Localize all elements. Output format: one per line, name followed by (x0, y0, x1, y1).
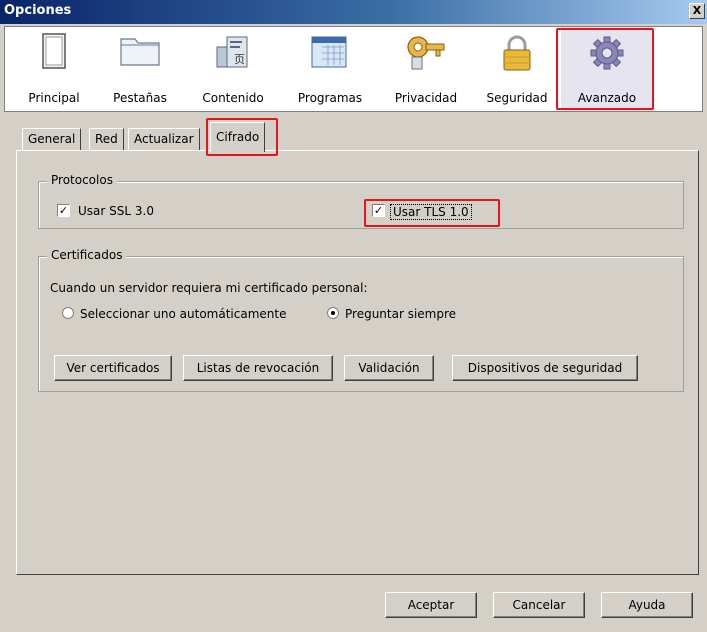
dispositivos-seguridad-button[interactable]: Dispositivos de seguridad (452, 355, 638, 381)
pane-label: Principal (28, 91, 80, 105)
pane-label: Privacidad (394, 91, 458, 105)
group-legend: Protocolos (47, 173, 117, 187)
tab-actualizar[interactable]: Actualizar (128, 128, 200, 150)
folder-tabs-icon (120, 38, 160, 66)
ssl-label[interactable]: Usar SSL 3.0 (78, 204, 154, 218)
key-icon (407, 36, 445, 70)
pane-contenido[interactable]: 页 Contenido (193, 27, 273, 111)
radio-auto-label[interactable]: Seleccionar uno automáticamente (80, 307, 286, 321)
validacion-button[interactable]: Validación (344, 355, 434, 381)
window-icon (42, 33, 66, 69)
radio-ask[interactable] (327, 307, 339, 319)
ver-certificados-button[interactable]: Ver certificados (54, 355, 172, 381)
tab-red[interactable]: Red (89, 128, 124, 150)
cert-prompt: Cuando un servidor requiera mi certifica… (50, 281, 368, 295)
radio-auto[interactable] (62, 307, 74, 319)
pane-principal[interactable]: Principal (19, 27, 89, 111)
highlight-avanzado (556, 28, 654, 110)
pane-privacidad[interactable]: Privacidad (385, 27, 467, 111)
padlock-icon (503, 35, 531, 71)
listas-revocacion-button[interactable]: Listas de revocación (183, 355, 333, 381)
group-legend: Certificados (47, 248, 127, 262)
pane-label: Programas (297, 91, 363, 105)
calendar-window-icon (311, 36, 347, 68)
radio-ask-label[interactable]: Preguntar siempre (345, 307, 456, 321)
tab-general[interactable]: General (22, 128, 82, 150)
pane-programas[interactable]: Programas (287, 27, 373, 111)
cancelar-button[interactable]: Cancelar (493, 592, 585, 618)
pane-pestanas[interactable]: Pestañas (103, 27, 177, 111)
highlight-cifrado-tab (206, 118, 278, 156)
aceptar-button[interactable]: Aceptar (385, 592, 477, 618)
pane-label: Contenido (202, 91, 264, 105)
document-icon: 页 (216, 36, 248, 68)
title-bar[interactable]: Opciones X (0, 0, 707, 24)
close-button[interactable]: X (689, 3, 705, 19)
pane-label: Seguridad (486, 91, 548, 105)
pane-seguridad[interactable]: Seguridad (477, 27, 557, 111)
ayuda-button[interactable]: Ayuda (601, 592, 693, 618)
window-title: Opciones (4, 3, 72, 18)
ssl-checkbox[interactable]: ✓ (57, 204, 70, 217)
highlight-tls (364, 199, 500, 227)
pane-label: Pestañas (113, 91, 167, 105)
svg-text:页: 页 (234, 53, 245, 66)
